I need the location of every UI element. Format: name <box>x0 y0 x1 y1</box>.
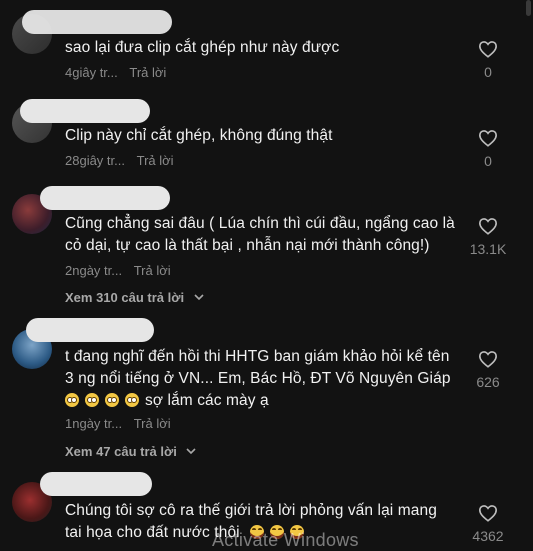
heart-outline-icon <box>463 217 513 235</box>
like-button[interactable]: 13.1K <box>463 217 513 257</box>
comment-text: t đang nghĩ đến hồi thi HHTG ban giám kh… <box>65 346 460 412</box>
like-count: 0 <box>484 64 492 80</box>
flushed-face-emoji <box>65 393 79 407</box>
username-redacted <box>40 186 170 210</box>
like-count: 13.1K <box>469 241 507 257</box>
heart-outline-icon <box>463 350 513 368</box>
like-count: 4362 <box>472 528 504 544</box>
comment-text-line: sợ lắm các mày ạ <box>65 390 460 412</box>
like-button[interactable]: 626 <box>463 350 513 390</box>
comment-text-line: 3 ng nổi tiếng ở VN... Em, Bác Hồ, ĐT Võ… <box>65 370 451 387</box>
comment-text: sao lại đưa clip cắt ghép như này được <box>65 39 340 56</box>
like-button[interactable]: 0 <box>463 40 513 80</box>
comment-text: Cũng chẳng sai đâu ( Lúa chín thì cúi đầ… <box>65 215 455 254</box>
chevron-down-icon <box>194 289 204 304</box>
comment-text-line: t đang nghĩ đến hồi thi HHTG ban giám kh… <box>65 348 450 365</box>
username-redacted <box>26 318 154 342</box>
heart-outline-icon <box>463 40 513 58</box>
activate-windows-watermark: Activate Windows <box>212 530 359 550</box>
flushed-face-emoji <box>125 393 139 407</box>
reply-button[interactable]: Trả lời <box>134 263 171 278</box>
like-button[interactable]: 0 <box>463 129 513 169</box>
scrollbar-thumb[interactable] <box>526 0 531 16</box>
reply-button[interactable]: Trả lời <box>137 153 174 168</box>
view-replies-label: Xem 310 câu trả lời <box>65 290 185 305</box>
chevron-down-icon <box>186 443 197 458</box>
like-count: 626 <box>476 374 500 390</box>
comment-meta: 1ngày tr... Trả lời <box>65 416 171 431</box>
heart-outline-icon <box>463 504 513 522</box>
comment-meta: 2ngày tr... Trả lời <box>65 263 171 278</box>
comment-time: 4giây tr... <box>65 65 118 80</box>
comment-meta: 4giây tr... Trả lời <box>65 65 166 80</box>
comment-text-line: Chúng tôi sợ cô ra thế giới trả lời phỏn… <box>65 502 437 519</box>
flushed-face-emoji <box>105 393 119 407</box>
comment-text-fragment: sợ lắm các mày ạ <box>145 392 269 409</box>
view-replies-button[interactable]: Xem 47 câu trả lời <box>65 443 197 459</box>
like-button[interactable]: 4362 <box>463 504 513 544</box>
view-replies-button[interactable]: Xem 310 câu trả lời <box>65 289 204 305</box>
heart-outline-icon <box>463 129 513 147</box>
comment-time: 1ngày tr... <box>65 416 123 431</box>
comment-time: 28giây tr... <box>65 153 125 168</box>
flushed-face-emoji <box>85 393 99 407</box>
view-replies-label: Xem 47 câu trả lời <box>65 444 177 459</box>
username-redacted <box>22 10 172 34</box>
comment-meta: 28giây tr... Trả lời <box>65 153 174 168</box>
reply-button[interactable]: Trả lời <box>129 65 166 80</box>
username-redacted <box>40 472 152 496</box>
reply-button[interactable]: Trả lời <box>134 416 171 431</box>
comment-time: 2ngày tr... <box>65 263 123 278</box>
username-redacted <box>20 99 150 123</box>
comment-text: Clip này chỉ cắt ghép, không đúng thật <box>65 127 333 144</box>
like-count: 0 <box>484 153 492 169</box>
